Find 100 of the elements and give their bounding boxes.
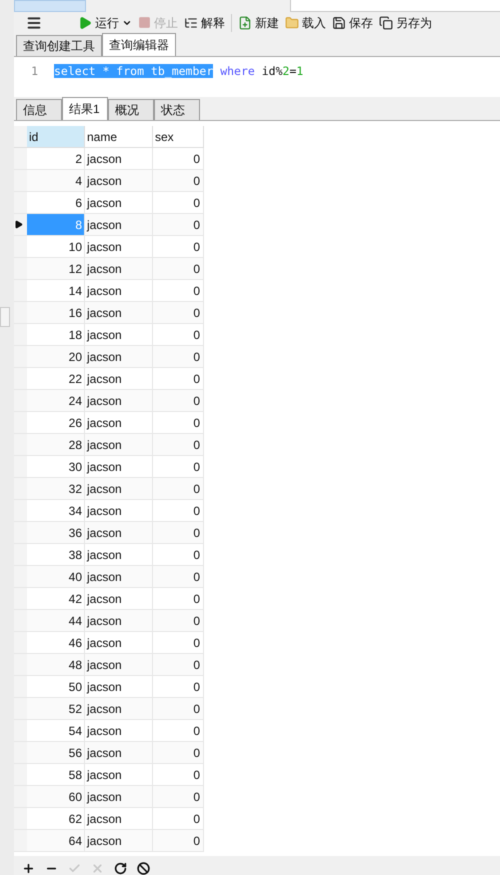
table-cell: 0 bbox=[153, 434, 204, 455]
refresh-icon[interactable] bbox=[114, 862, 127, 875]
table-cell: jacson bbox=[85, 830, 153, 851]
plus-icon[interactable] bbox=[22, 862, 35, 875]
table-cell: 32 bbox=[27, 478, 85, 499]
table-cell: 28 bbox=[27, 434, 85, 455]
table-cell: 0 bbox=[153, 588, 204, 609]
table-cell: 62 bbox=[27, 808, 85, 829]
table-cell: 0 bbox=[153, 456, 204, 477]
table-cell: 0 bbox=[153, 566, 204, 587]
table-cell: 0 bbox=[153, 808, 204, 829]
table-cell: 0 bbox=[153, 368, 204, 389]
column-header[interactable]: sex bbox=[153, 126, 204, 147]
column-header[interactable]: name bbox=[85, 126, 153, 147]
table-row[interactable]: 40 jacson 0 bbox=[14, 566, 204, 588]
table-row[interactable]: 28 jacson 0 bbox=[14, 434, 204, 456]
table-cell: 46 bbox=[27, 632, 85, 653]
table-cell: jacson bbox=[85, 500, 153, 521]
table-row[interactable]: 18 jacson 0 bbox=[14, 324, 204, 346]
table-cell: jacson bbox=[85, 522, 153, 543]
table-row[interactable]: 36 jacson 0 bbox=[14, 522, 204, 544]
table-row[interactable]: 8 jacson 0 bbox=[14, 214, 204, 236]
new-button[interactable]: 新建 bbox=[238, 14, 279, 32]
table-cell: 0 bbox=[153, 280, 204, 301]
table-cell: 44 bbox=[27, 610, 85, 631]
table-cell: jacson bbox=[85, 434, 153, 455]
table-row[interactable]: 6 jacson 0 bbox=[14, 192, 204, 214]
table-cell: jacson bbox=[85, 720, 153, 741]
column-header[interactable]: id bbox=[27, 126, 85, 147]
table-cell: jacson bbox=[85, 258, 153, 279]
table-cell: 26 bbox=[27, 412, 85, 433]
table-row[interactable]: 20 jacson 0 bbox=[14, 346, 204, 368]
result-tab[interactable]: 信息 bbox=[16, 98, 62, 120]
table-row[interactable]: 38 jacson 0 bbox=[14, 544, 204, 566]
line-number: 1 bbox=[30, 63, 39, 80]
load-button[interactable]: 载入 bbox=[285, 14, 326, 32]
table-cell: 0 bbox=[153, 654, 204, 675]
table-cell: 64 bbox=[27, 830, 85, 851]
stop-icon[interactable] bbox=[137, 862, 150, 875]
table-cell: 0 bbox=[153, 390, 204, 411]
table-row[interactable]: 34 jacson 0 bbox=[14, 500, 204, 522]
table-row[interactable]: 58 jacson 0 bbox=[14, 764, 204, 786]
table-row[interactable]: 2 jacson 0 bbox=[14, 148, 204, 170]
table-row[interactable]: 10 jacson 0 bbox=[14, 236, 204, 258]
table-row[interactable]: 32 jacson 0 bbox=[14, 478, 204, 500]
table-cell: jacson bbox=[85, 456, 153, 477]
table-row[interactable]: 22 jacson 0 bbox=[14, 368, 204, 390]
result-tab[interactable]: 结果1 bbox=[62, 96, 108, 120]
table-row[interactable]: 64 jacson 0 bbox=[14, 830, 204, 852]
table-cell: 58 bbox=[27, 764, 85, 785]
list-tree-icon bbox=[184, 16, 198, 30]
table-row[interactable]: 12 jacson 0 bbox=[14, 258, 204, 280]
table-row[interactable]: 56 jacson 0 bbox=[14, 742, 204, 764]
table-row[interactable]: 44 jacson 0 bbox=[14, 610, 204, 632]
table-row[interactable]: 54 jacson 0 bbox=[14, 720, 204, 742]
table-row[interactable]: 26 jacson 0 bbox=[14, 412, 204, 434]
table-row[interactable]: 50 jacson 0 bbox=[14, 676, 204, 698]
table-cell: 12 bbox=[27, 258, 85, 279]
table-cell: jacson bbox=[85, 786, 153, 807]
explain-button[interactable]: 解释 bbox=[184, 14, 225, 32]
collapse-handle[interactable] bbox=[0, 307, 10, 327]
table-row[interactable]: 60 jacson 0 bbox=[14, 786, 204, 808]
table-cell: jacson bbox=[85, 280, 153, 301]
table-cell: 60 bbox=[27, 786, 85, 807]
table-cell: jacson bbox=[85, 214, 153, 235]
table-cell: 0 bbox=[153, 346, 204, 367]
table-cell: 0 bbox=[153, 632, 204, 653]
run-button[interactable]: 运行 bbox=[78, 14, 132, 32]
table-cell: 0 bbox=[153, 170, 204, 191]
table-cell: 0 bbox=[153, 764, 204, 785]
table-row[interactable]: 42 jacson 0 bbox=[14, 588, 204, 610]
table-cell: 24 bbox=[27, 390, 85, 411]
table-cell: 0 bbox=[153, 192, 204, 213]
table-row[interactable]: 48 jacson 0 bbox=[14, 654, 204, 676]
table-row[interactable]: 30 jacson 0 bbox=[14, 456, 204, 478]
table-row[interactable]: 62 jacson 0 bbox=[14, 808, 204, 830]
result-tab[interactable]: 状态 bbox=[154, 98, 200, 120]
table-cell: jacson bbox=[85, 302, 153, 323]
editor-tab[interactable]: 查询创建工具 bbox=[16, 35, 102, 56]
table-cell: jacson bbox=[85, 588, 153, 609]
table-cell: jacson bbox=[85, 324, 153, 345]
table-row[interactable]: 46 jacson 0 bbox=[14, 632, 204, 654]
table-cell: 0 bbox=[153, 236, 204, 257]
table-row[interactable]: 52 jacson 0 bbox=[14, 698, 204, 720]
table-cell: 6 bbox=[27, 192, 85, 213]
table-cell: jacson bbox=[85, 148, 153, 169]
result-tab[interactable]: 概况 bbox=[108, 98, 154, 120]
table-cell: 0 bbox=[153, 214, 204, 235]
editor-tab[interactable]: 查询编辑器 bbox=[102, 33, 176, 56]
table-row[interactable]: 24 jacson 0 bbox=[14, 390, 204, 412]
square-icon bbox=[138, 16, 151, 30]
copy-icon bbox=[379, 16, 393, 30]
table-row[interactable]: 14 jacson 0 bbox=[14, 280, 204, 302]
row-pointer-icon bbox=[14, 220, 23, 229]
table-row[interactable]: 4 jacson 0 bbox=[14, 170, 204, 192]
saveas-button[interactable]: 另存为 bbox=[379, 14, 432, 32]
save-button[interactable]: 保存 bbox=[332, 14, 373, 32]
table-row[interactable]: 16 jacson 0 bbox=[14, 302, 204, 324]
menu-icon[interactable] bbox=[26, 14, 42, 31]
table-cell: jacson bbox=[85, 808, 153, 829]
